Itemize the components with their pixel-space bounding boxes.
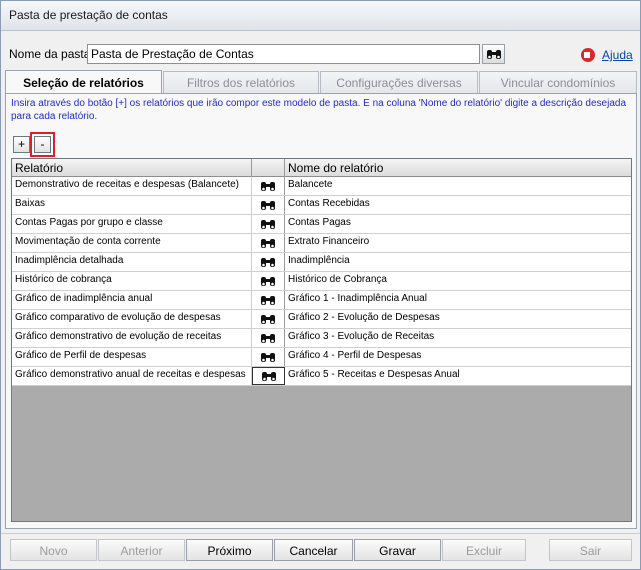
cell-relatorio[interactable]: Movimentação de conta corrente xyxy=(12,234,252,252)
cancelar-button[interactable]: Cancelar xyxy=(274,539,353,561)
search-folder-button[interactable] xyxy=(482,44,505,64)
binoculars-icon xyxy=(261,296,275,305)
binoculars-icon xyxy=(261,258,275,267)
binoculars-icon xyxy=(261,353,275,362)
binoculars-icon xyxy=(261,334,275,343)
help-link-group[interactable]: Ajuda xyxy=(581,45,633,65)
table-row[interactable]: Gráfico comparativo de evolução de despe… xyxy=(12,310,631,329)
cell-nome-relatorio[interactable]: Histórico de Cobrança xyxy=(285,272,631,290)
cell-nome-relatorio[interactable]: Gráfico 4 - Perfil de Despesas xyxy=(285,348,631,366)
table-row[interactable]: Gráfico demonstrativo de evolução de rec… xyxy=(12,329,631,348)
instructions-text: Insira através do botão [+] os relatório… xyxy=(11,98,627,122)
table-row[interactable]: Movimentação de conta corrente Extrato Fi… xyxy=(12,234,631,253)
help-link[interactable]: Ajuda xyxy=(602,48,633,62)
search-report-button[interactable] xyxy=(252,253,285,271)
gravar-button[interactable]: Gravar xyxy=(354,539,441,561)
remove-report-button[interactable]: - xyxy=(34,136,51,153)
search-report-button[interactable] xyxy=(252,329,285,347)
tab-vincular-condominios[interactable]: Vincular condomínios xyxy=(479,71,637,94)
cell-nome-relatorio[interactable]: Balancete xyxy=(285,177,631,195)
binoculars-icon xyxy=(261,220,275,229)
search-report-button[interactable] xyxy=(252,367,285,385)
table-row[interactable]: Gráfico de Perfil de despesas Gráfico 4 -… xyxy=(12,348,631,367)
cell-relatorio[interactable]: Gráfico de Perfil de despesas xyxy=(12,348,252,366)
binoculars-icon xyxy=(261,239,275,248)
reports-grid: Relatório Nome do relatório Demonstrativ… xyxy=(11,158,632,522)
search-report-button[interactable] xyxy=(252,196,285,214)
folder-bar: Nome da pasta: Ajuda xyxy=(9,44,634,66)
cell-nome-relatorio[interactable]: Contas Pagas xyxy=(285,215,631,233)
binoculars-icon xyxy=(261,201,275,210)
sair-button[interactable]: Sair xyxy=(549,539,632,561)
search-report-button[interactable] xyxy=(252,310,285,328)
table-row[interactable]: Demonstrativo de receitas e despesas (Ba… xyxy=(12,177,631,196)
binoculars-icon xyxy=(261,277,275,286)
folder-name-label: Nome da pasta: xyxy=(9,47,94,61)
column-header-nome[interactable]: Nome do relatório xyxy=(285,159,631,177)
binoculars-icon xyxy=(261,315,275,324)
cell-relatorio[interactable]: Gráfico comparativo de evolução de despe… xyxy=(12,310,252,328)
cell-nome-relatorio[interactable]: Extrato Financeiro xyxy=(285,234,631,252)
cell-relatorio[interactable]: Baixas xyxy=(12,196,252,214)
cell-nome-relatorio[interactable]: Gráfico 2 - Evolução de Despesas xyxy=(285,310,631,328)
table-row[interactable]: Baixas Contas Recebidas xyxy=(12,196,631,215)
cell-nome-relatorio[interactable]: Gráfico 5 - Receitas e Despesas Anual xyxy=(285,367,631,385)
folder-name-input[interactable] xyxy=(87,44,480,64)
add-report-button[interactable]: + xyxy=(13,136,30,153)
help-video-icon[interactable] xyxy=(581,48,595,62)
column-header-relatorio[interactable]: Relatório xyxy=(12,159,252,177)
column-header-button xyxy=(252,159,285,177)
bottom-separator xyxy=(1,533,640,534)
novo-button[interactable]: Novo xyxy=(10,539,97,561)
dialog-window: Pasta de prestação de contas Nome da pas… xyxy=(0,0,641,570)
table-row[interactable]: Gráfico de inadimplência anual Gráfico 1 … xyxy=(12,291,631,310)
cell-relatorio[interactable]: Gráfico de inadimplência anual xyxy=(12,291,252,309)
tab-selecao-relatorios[interactable]: Seleção de relatórios xyxy=(5,70,162,95)
cell-nome-relatorio[interactable]: Contas Recebidas xyxy=(285,196,631,214)
binoculars-icon xyxy=(486,50,501,59)
binoculars-icon xyxy=(261,182,275,191)
cell-relatorio[interactable]: Histórico de cobrança xyxy=(12,272,252,290)
cell-relatorio[interactable]: Demonstrativo de receitas e despesas (Ba… xyxy=(12,177,252,195)
tab-filtros-relatorios[interactable]: Filtros dos relatórios xyxy=(163,71,319,94)
grid-rows: Demonstrativo de receitas e despesas (Ba… xyxy=(12,177,631,386)
reports-panel: Insira através do botão [+] os relatório… xyxy=(5,93,637,529)
search-report-button[interactable] xyxy=(252,177,285,195)
cell-nome-relatorio[interactable]: Inadimplência xyxy=(285,253,631,271)
cell-nome-relatorio[interactable]: Gráfico 3 - Evolução de Receitas xyxy=(285,329,631,347)
search-report-button[interactable] xyxy=(252,348,285,366)
search-report-button[interactable] xyxy=(252,215,285,233)
tab-configuracoes-diversas[interactable]: Configurações diversas xyxy=(320,71,478,94)
cell-relatorio[interactable]: Contas Pagas por grupo e classe xyxy=(12,215,252,233)
table-row[interactable]: Histórico de cobrança Histórico de Cobran… xyxy=(12,272,631,291)
cell-relatorio[interactable]: Gráfico demonstrativo de evolução de rec… xyxy=(12,329,252,347)
cell-relatorio[interactable]: Inadimplência detalhada xyxy=(12,253,252,271)
binoculars-icon xyxy=(261,372,276,381)
cell-nome-relatorio[interactable]: Gráfico 1 - Inadimplência Anual xyxy=(285,291,631,309)
search-report-button[interactable] xyxy=(252,291,285,309)
table-row[interactable]: Contas Pagas por grupo e classe Contas Pa… xyxy=(12,215,631,234)
window-title: Pasta de prestação de contas xyxy=(1,1,640,31)
proximo-button[interactable]: Próximo xyxy=(186,539,273,561)
tab-strip: Seleção de relatórios Filtros dos relató… xyxy=(5,70,637,95)
bottom-toolbar: Novo Anterior Próximo Cancelar Gravar Ex… xyxy=(1,533,640,569)
search-report-button[interactable] xyxy=(252,272,285,290)
anterior-button[interactable]: Anterior xyxy=(98,539,185,561)
table-row[interactable]: Gráfico demonstrativo anual de receitas … xyxy=(12,367,631,386)
grid-header: Relatório Nome do relatório xyxy=(12,159,631,177)
search-report-button[interactable] xyxy=(252,234,285,252)
cell-relatorio[interactable]: Gráfico demonstrativo anual de receitas … xyxy=(12,367,252,385)
excluir-button[interactable]: Excluir xyxy=(442,539,526,561)
table-row[interactable]: Inadimplência detalhada Inadimplência xyxy=(12,253,631,272)
